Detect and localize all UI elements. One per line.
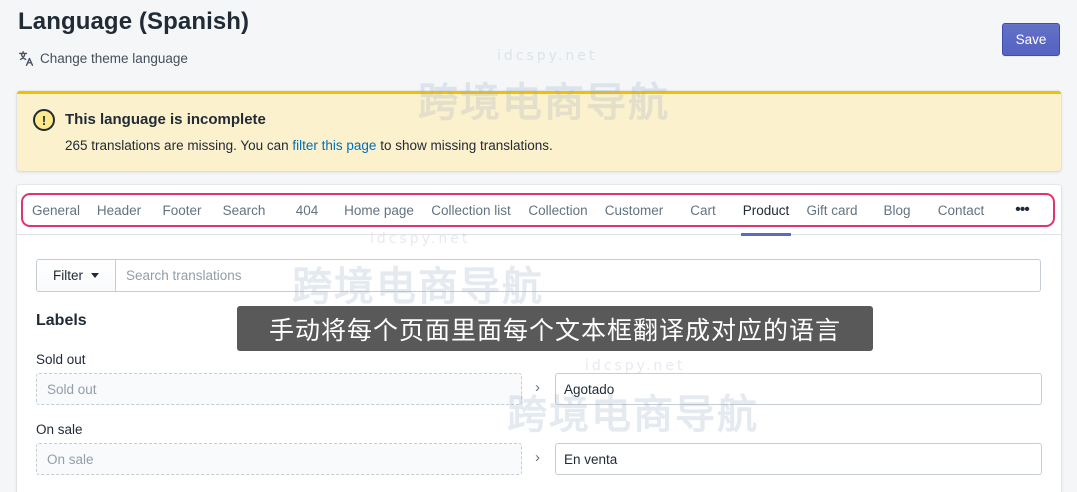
source-text-sold-out: Sold out [36, 373, 522, 405]
save-button[interactable]: Save [1002, 23, 1060, 56]
change-theme-language-label: Change theme language [40, 51, 188, 66]
page-header: Language (Spanish) Change theme language… [17, 6, 1060, 82]
section-tabs: General Header Footer Search 404 Home pa… [17, 185, 1061, 236]
page-title: Language (Spanish) [18, 8, 250, 35]
source-text-on-sale: On sale [36, 443, 522, 475]
tab-general[interactable]: General [27, 185, 85, 235]
field-label-sold-out: Sold out [36, 352, 86, 367]
tab-footer[interactable]: Footer [157, 185, 207, 235]
filter-this-page-link[interactable]: filter this page [292, 138, 376, 153]
banner-text-after: to show missing translations. [376, 138, 553, 153]
tab-404[interactable]: 404 [287, 185, 327, 235]
tab-blog[interactable]: Blog [879, 185, 915, 235]
translation-input-on-sale[interactable] [555, 443, 1042, 475]
tab-search[interactable]: Search [219, 185, 269, 235]
tab-customer[interactable]: Customer [602, 185, 666, 235]
tab-contact[interactable]: Contact [933, 185, 989, 235]
tab-header[interactable]: Header [93, 185, 145, 235]
tab-home-page[interactable]: Home page [343, 185, 415, 235]
banner-text-before: 265 translations are missing. You can [65, 138, 293, 153]
labels-section-title: Labels [36, 312, 87, 329]
banner-title: This language is incomplete [65, 111, 266, 128]
video-subtitle: 手动将每个页面里面每个文本框翻译成对应的语言 [237, 306, 873, 351]
banner-text: 265 translations are missing. You can fi… [65, 138, 553, 153]
translation-input-sold-out[interactable] [555, 373, 1042, 405]
tab-collection-list[interactable]: Collection list [429, 185, 513, 235]
warning-icon: ! [30, 106, 58, 134]
filter-button[interactable]: Filter [36, 259, 116, 292]
chevron-right-icon: › [535, 379, 540, 396]
tab-collection[interactable]: Collection [525, 185, 591, 235]
filter-label: Filter [53, 268, 83, 283]
tab-product[interactable]: Product [741, 185, 791, 236]
tab-gift-card[interactable]: Gift card [802, 185, 862, 235]
incomplete-language-banner: ! This language is incomplete 265 transl… [17, 91, 1061, 171]
field-label-on-sale: On sale [36, 422, 83, 437]
translate-icon [19, 51, 34, 66]
chevron-right-icon: › [535, 449, 540, 466]
tab-cart[interactable]: Cart [683, 185, 723, 235]
search-translations-input[interactable] [115, 259, 1041, 292]
caret-down-icon [91, 273, 99, 278]
more-tabs-icon[interactable]: ••• [1009, 185, 1035, 235]
change-theme-language-link[interactable]: Change theme language [18, 50, 188, 67]
filter-row: Filter [36, 259, 1041, 292]
